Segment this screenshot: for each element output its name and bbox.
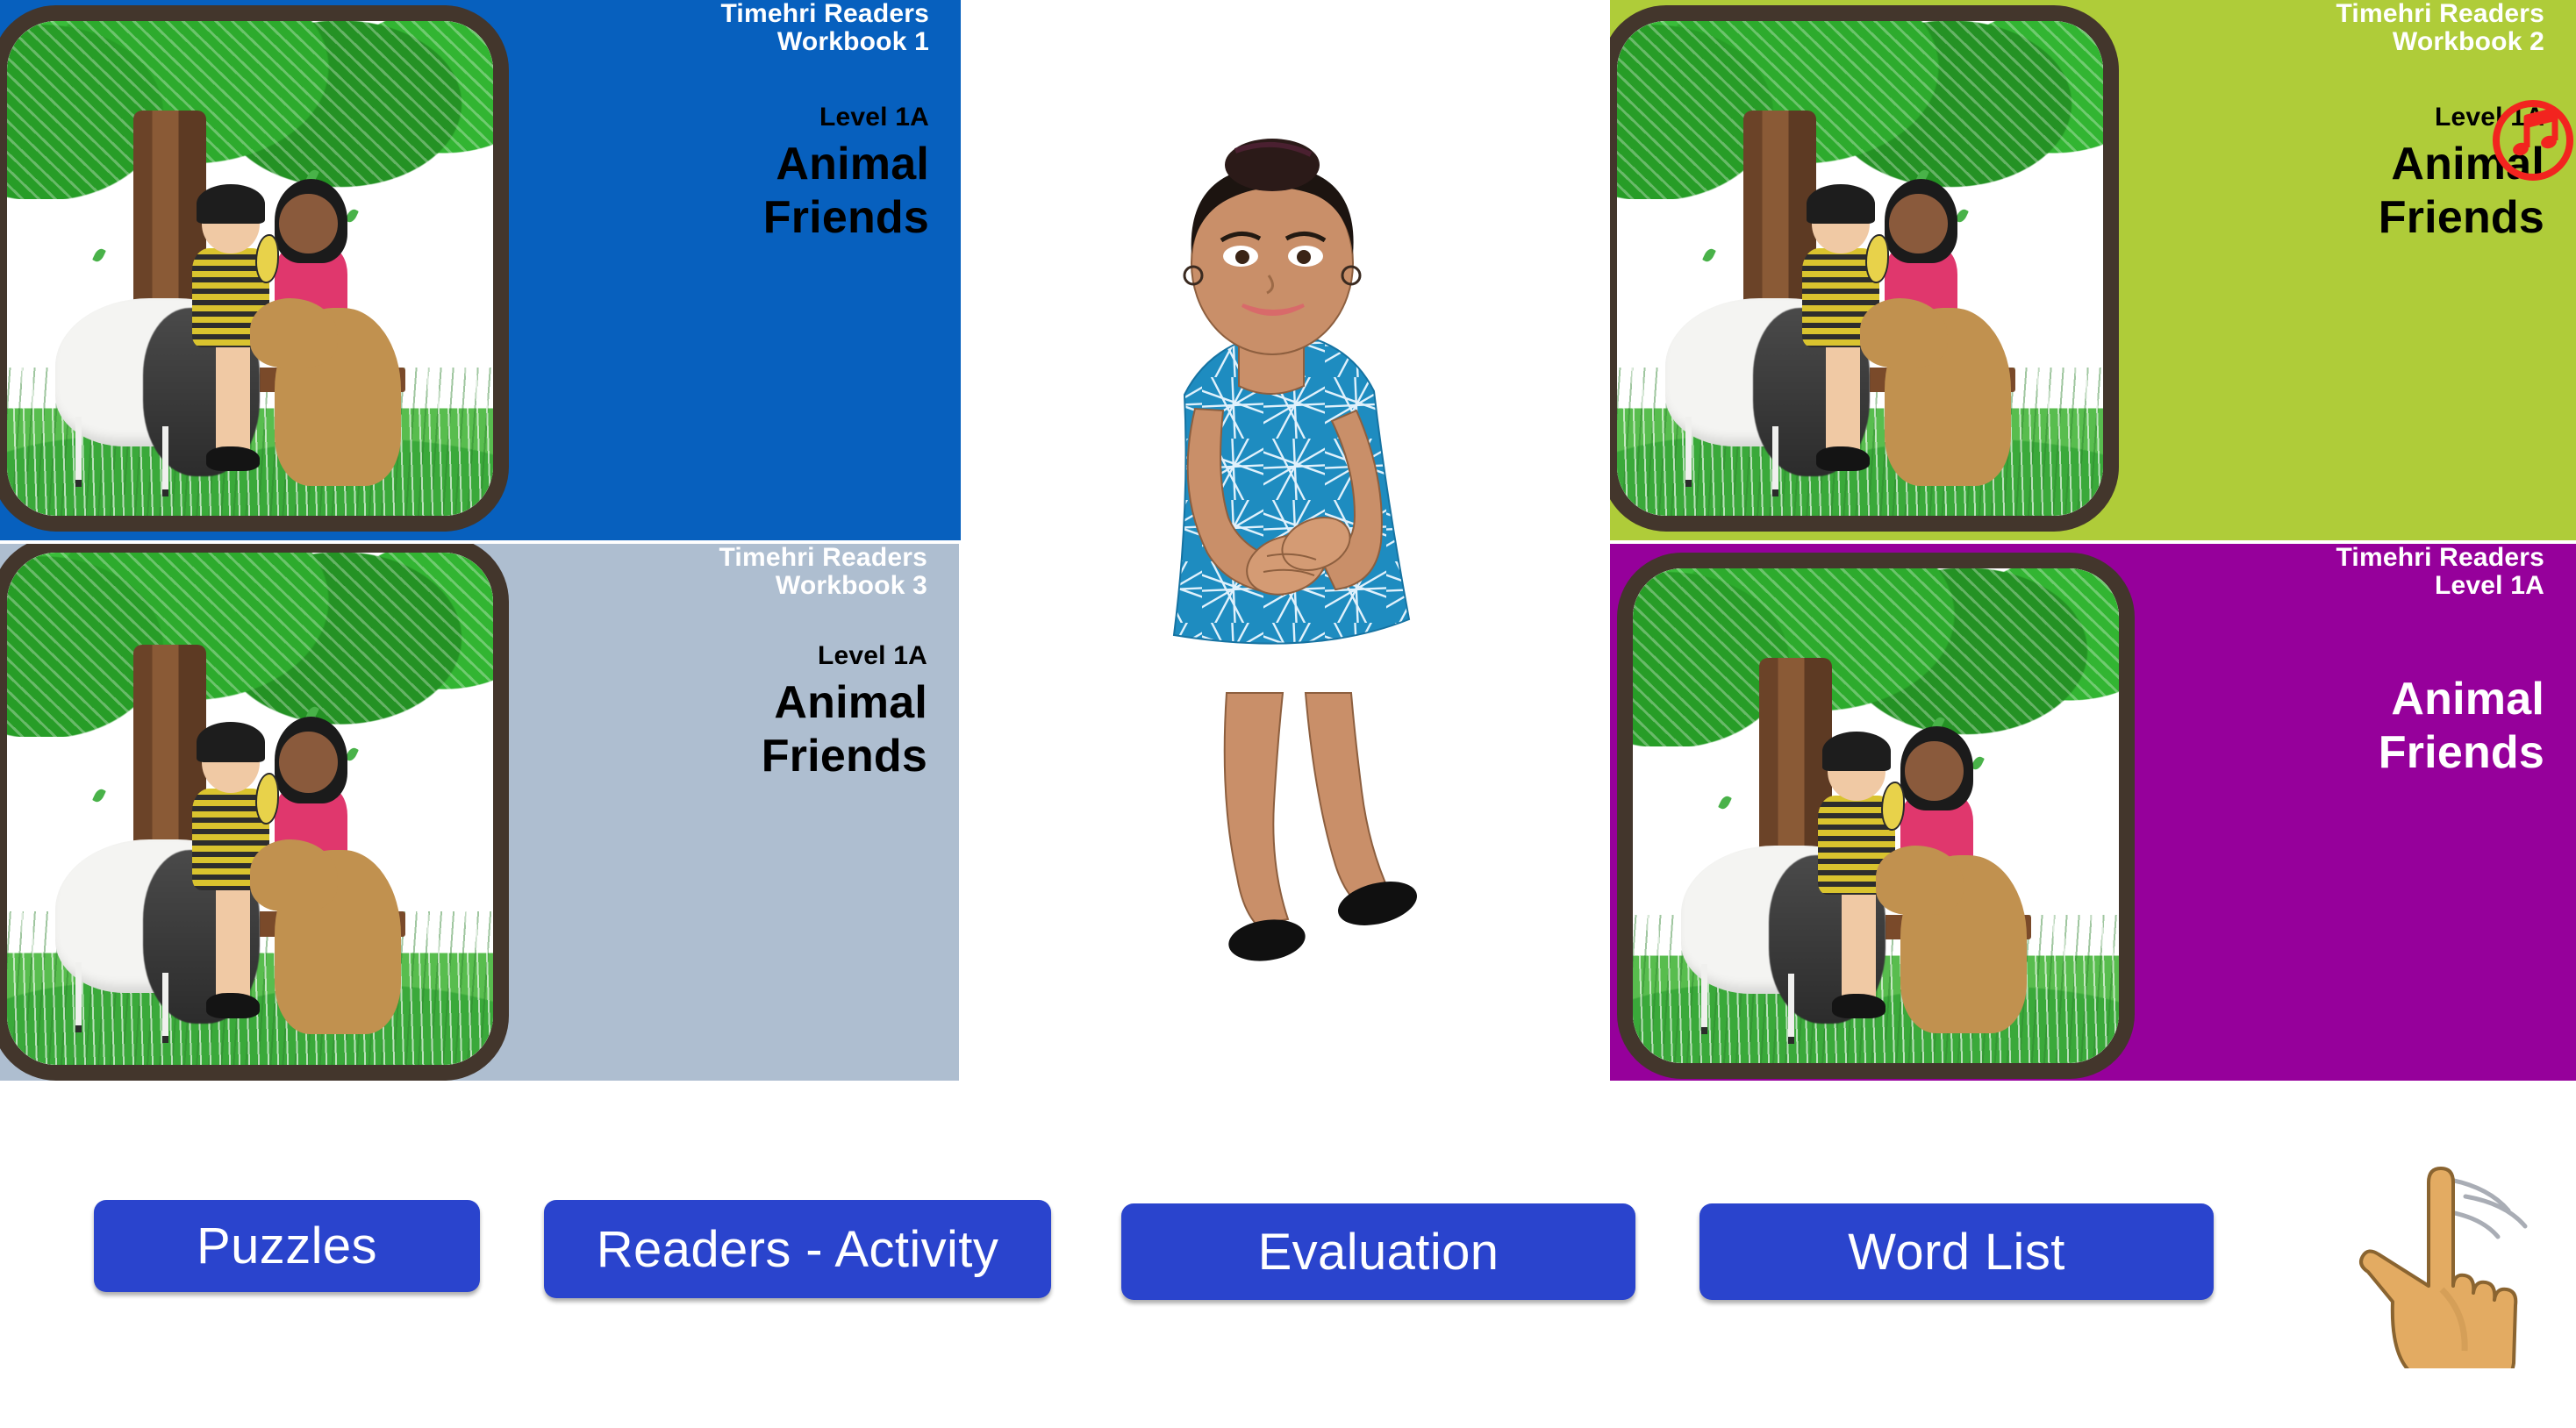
book-card-workbook-1[interactable]: Timehri Readers Workbook 1 Level 1A Anim… [0, 0, 961, 540]
avatar-shoe-left [1228, 919, 1306, 961]
book-card-text: Timehri Readers Workbook 3 Level 1A Anim… [550, 544, 927, 1081]
book-card-reader[interactable]: Timehri Readers Level 1A Animal Friends [1610, 544, 2576, 1081]
series-label: Timehri Readers Workbook 3 [719, 544, 927, 601]
readers-activity-button[interactable]: Readers - Activity [544, 1200, 1051, 1298]
book-cover-thumbnail[interactable] [1617, 553, 2135, 1079]
cover-illustration [7, 553, 493, 1065]
pointing-hand-cursor [2359, 1167, 2528, 1368]
book-title: Animal Friends [2378, 673, 2544, 779]
level-label: Level 1A [818, 640, 927, 670]
book-card-text: Timehri Readers Workbook 2 Level 1A Anim… [2167, 0, 2544, 540]
cover-illustration [1633, 568, 2119, 1063]
book-card-workbook-3[interactable]: Timehri Readers Workbook 3 Level 1A Anim… [0, 544, 959, 1081]
level-label: Level 1A [2435, 102, 2544, 132]
level-label: Level 1A [819, 102, 929, 132]
book-card-workbook-2[interactable]: Timehri Readers Workbook 2 Level 1A Anim… [1610, 0, 2576, 540]
cover-illustration [1617, 21, 2103, 516]
book-cover-thumbnail[interactable] [0, 5, 509, 532]
series-label: Timehri Readers Level 1A [2336, 544, 2544, 601]
book-title: Animal Friends [2378, 138, 2544, 244]
book-title: Animal Friends [762, 138, 929, 244]
series-label: Timehri Readers Workbook 2 [2336, 0, 2544, 57]
series-label: Timehri Readers Workbook 1 [720, 0, 929, 57]
cover-illustration [7, 21, 493, 516]
book-title: Animal Friends [761, 676, 927, 782]
book-card-text: Timehri Readers Level 1A Animal Friends [2167, 544, 2544, 1081]
book-card-text: Timehri Readers Workbook 1 Level 1A Anim… [552, 0, 929, 540]
music-note-icon[interactable] [2509, 109, 2560, 165]
book-cover-thumbnail[interactable] [1610, 5, 2119, 532]
teacher-avatar [1172, 139, 1417, 961]
book-cover-thumbnail[interactable] [0, 544, 509, 1081]
evaluation-button[interactable]: Evaluation [1121, 1203, 1635, 1300]
word-list-button[interactable]: Word List [1699, 1203, 2214, 1300]
puzzles-button[interactable]: Puzzles [94, 1200, 480, 1292]
